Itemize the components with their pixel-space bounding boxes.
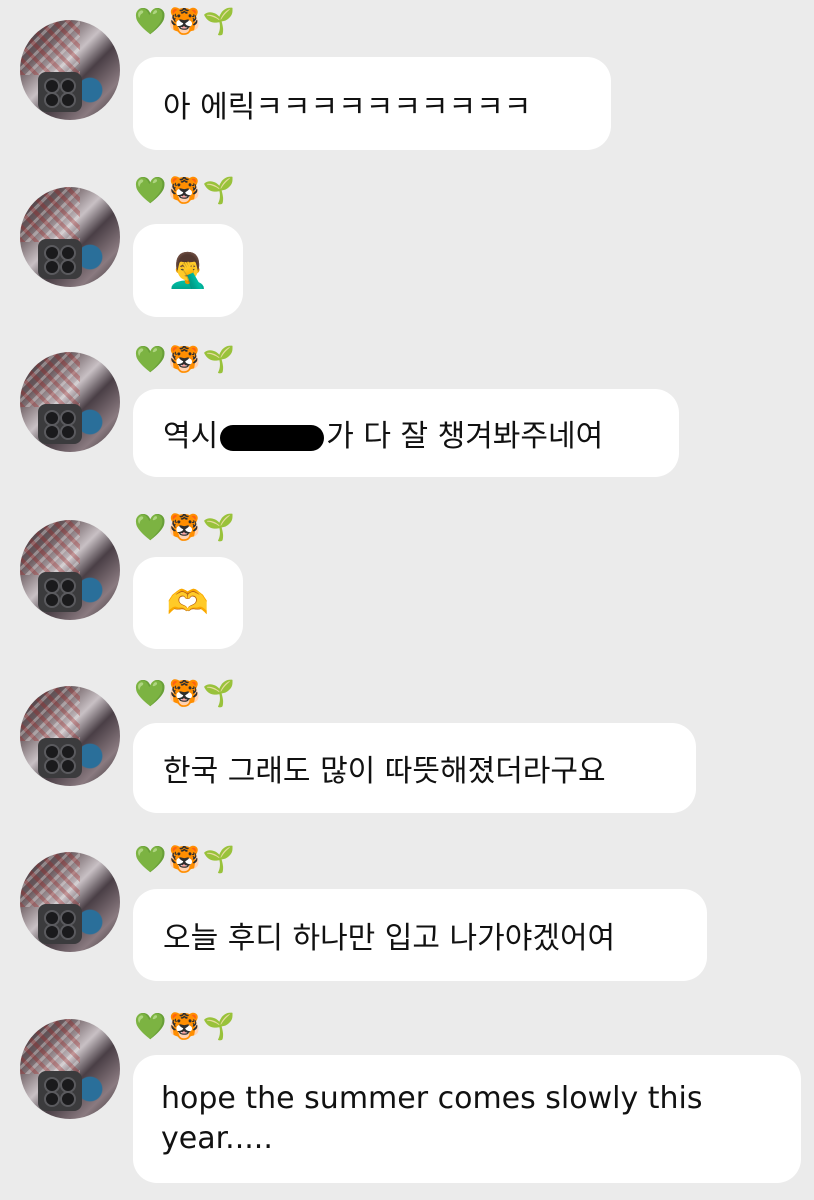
- camera-lens: [60, 758, 76, 774]
- avatar-phone: [38, 404, 82, 444]
- avatar-pattern: [20, 852, 80, 907]
- avatar-phone: [38, 738, 82, 778]
- avatar-pattern: [20, 187, 80, 242]
- camera-lens: [44, 259, 60, 275]
- camera-lens: [60, 592, 76, 608]
- message-text: 오늘 후디 하나만 입고 나가야겠어여: [163, 921, 616, 956]
- sender-name-badge: 💚🐯🌱: [134, 7, 238, 37]
- camera-lens: [44, 758, 60, 774]
- sender-name-badge: 💚🐯🌱: [134, 345, 238, 375]
- avatar-phone: [38, 239, 82, 279]
- message-bubble[interactable]: 한국 그래도 많이 따뜻해졌더라구요: [133, 723, 696, 813]
- message-row: 💚🐯🌱 한국 그래도 많이 따뜻해졌더라구요: [0, 666, 814, 826]
- avatar-phone: [38, 72, 82, 112]
- camera-lens: [44, 424, 60, 440]
- message-text: 아 에릭ㅋㅋㅋㅋㅋㅋㅋㅋㅋㅋ: [163, 89, 532, 125]
- message-bubble[interactable]: 아 에릭ㅋㅋㅋㅋㅋㅋㅋㅋㅋㅋ: [133, 57, 611, 150]
- camera-lens: [60, 259, 76, 275]
- camera-lens: [44, 1091, 60, 1107]
- message-text-after: 가 다 잘 챙겨봐주네여: [326, 419, 604, 454]
- camera-lens: [60, 92, 76, 108]
- camera-lens: [44, 924, 60, 940]
- message-bubble[interactable]: 역시 가 다 잘 챙겨봐주네여: [133, 389, 679, 477]
- avatar-pattern: [20, 520, 80, 575]
- message-text: 한국 그래도 많이 따뜻해졌더라구요: [163, 754, 606, 789]
- camera-lens: [60, 924, 76, 940]
- message-bubble[interactable]: 🫶: [133, 557, 243, 649]
- sender-name-badge: 💚🐯🌱: [134, 176, 238, 206]
- message-row: 💚🐯🌱 아 에릭ㅋㅋㅋㅋㅋㅋㅋㅋㅋㅋ: [0, 0, 814, 160]
- camera-lens: [60, 424, 76, 440]
- facepalm-emoji: 🤦‍♂️: [166, 250, 210, 291]
- message-text: 역시 가 다 잘 챙겨봐주네여: [163, 411, 603, 455]
- message-bubble[interactable]: 오늘 후디 하나만 입고 나가야겠어여: [133, 889, 707, 981]
- sender-name-badge: 💚🐯🌱: [134, 679, 238, 709]
- avatar[interactable]: [20, 20, 120, 120]
- avatar-phone: [38, 572, 82, 612]
- avatar-pattern: [20, 686, 80, 741]
- message-row: 💚🐯🌱 오늘 후디 하나만 입고 나가야겠어여: [0, 832, 814, 992]
- message-row: 💚🐯🌱 🫶: [0, 500, 814, 660]
- camera-lens: [60, 1091, 76, 1107]
- avatar-phone: [38, 1071, 82, 1111]
- sender-name-badge: 💚🐯🌱: [134, 1012, 238, 1042]
- avatar[interactable]: [20, 686, 120, 786]
- avatar[interactable]: [20, 852, 120, 952]
- message-row: 💚🐯🌱 역시 가 다 잘 챙겨봐주네여: [0, 332, 814, 492]
- message-bubble[interactable]: 🤦‍♂️: [133, 224, 243, 317]
- message-text: hope the summer comes slowly this year..…: [161, 1081, 703, 1156]
- redaction-mark: [220, 424, 325, 451]
- avatar-pattern: [20, 20, 80, 75]
- avatar[interactable]: [20, 352, 120, 452]
- message-bubble[interactable]: hope the summer comes slowly this year..…: [133, 1055, 801, 1183]
- message-row: 💚🐯🌱 hope the summer comes slowly this ye…: [0, 999, 814, 1199]
- avatar[interactable]: [20, 187, 120, 287]
- avatar[interactable]: [20, 1019, 120, 1119]
- message-text-before: 역시: [163, 419, 219, 454]
- avatar-pattern: [20, 352, 80, 407]
- message-row: 💚🐯🌱 🤦‍♂️: [0, 167, 814, 327]
- camera-lens: [44, 592, 60, 608]
- sender-name-badge: 💚🐯🌱: [134, 845, 238, 875]
- sender-name-badge: 💚🐯🌱: [134, 513, 238, 543]
- heart-hands-emoji: 🫶: [166, 583, 210, 623]
- avatar-phone: [38, 904, 82, 944]
- camera-lens: [44, 92, 60, 108]
- avatar[interactable]: [20, 520, 120, 620]
- avatar-pattern: [20, 1019, 80, 1074]
